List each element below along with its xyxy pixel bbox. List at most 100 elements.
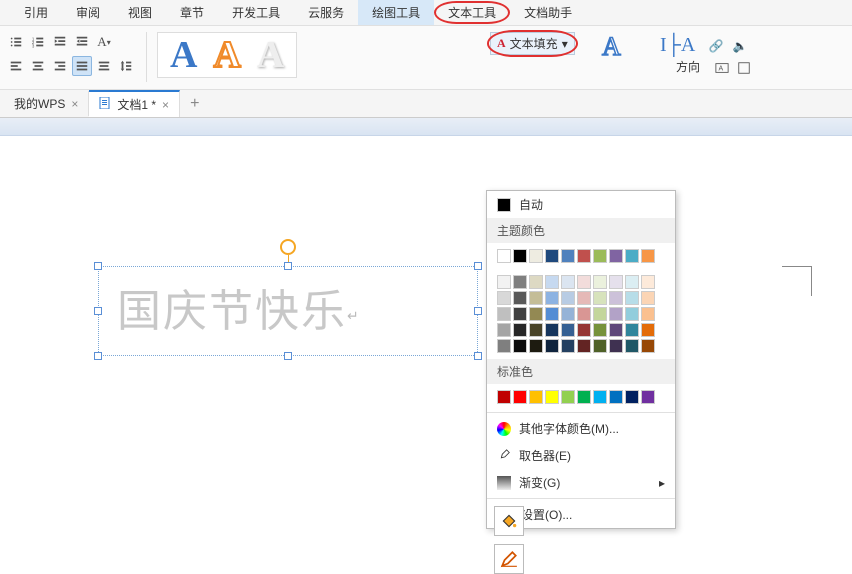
close-icon[interactable]: × — [71, 97, 78, 111]
color-swatch[interactable] — [577, 275, 591, 289]
float-outline-button[interactable] — [494, 544, 524, 574]
color-swatch[interactable] — [497, 339, 511, 353]
color-swatch[interactable] — [625, 249, 639, 263]
color-swatch[interactable] — [577, 323, 591, 337]
color-swatch[interactable] — [497, 307, 511, 321]
indent-dec-icon[interactable] — [50, 32, 70, 52]
eyedropper[interactable]: 取色器(E) — [487, 442, 675, 469]
color-swatch[interactable] — [561, 307, 575, 321]
color-swatch[interactable] — [593, 339, 607, 353]
color-swatch[interactable] — [641, 390, 655, 404]
distribute-icon[interactable] — [94, 56, 114, 76]
resize-handle[interactable] — [474, 352, 482, 360]
float-fill-button[interactable] — [494, 506, 524, 536]
color-swatch[interactable] — [577, 249, 591, 263]
color-swatch[interactable] — [561, 275, 575, 289]
color-swatch[interactable] — [545, 390, 559, 404]
color-swatch[interactable] — [641, 323, 655, 337]
more-colors[interactable]: 其他字体颜色(M)... — [487, 415, 675, 442]
color-swatch[interactable] — [529, 291, 543, 305]
color-swatch[interactable] — [641, 275, 655, 289]
gradient[interactable]: 渐变(G) ▸ — [487, 469, 675, 496]
color-swatch[interactable] — [497, 323, 511, 337]
menu-绘图工具[interactable]: 绘图工具 — [358, 0, 434, 25]
color-swatch[interactable] — [545, 339, 559, 353]
wordart-style-3[interactable]: A — [249, 35, 292, 75]
textbox-icon[interactable]: A — [712, 58, 732, 78]
color-swatch[interactable] — [609, 390, 623, 404]
color-swatch[interactable] — [609, 291, 623, 305]
menu-审阅[interactable]: 审阅 — [62, 0, 114, 25]
color-swatch[interactable] — [625, 307, 639, 321]
color-swatch[interactable] — [561, 291, 575, 305]
wordart-styles[interactable]: A A A — [157, 32, 297, 78]
color-swatch[interactable] — [593, 275, 607, 289]
color-swatch[interactable] — [513, 291, 527, 305]
align-justify-icon[interactable] — [72, 56, 92, 76]
resize-handle[interactable] — [94, 352, 102, 360]
line-spacing-icon[interactable] — [116, 56, 136, 76]
resize-handle[interactable] — [94, 262, 102, 270]
sound-icon[interactable]: 🔈 — [730, 36, 750, 56]
color-swatch[interactable] — [513, 249, 527, 263]
link-icon[interactable]: 🔗 — [706, 36, 726, 56]
color-swatch[interactable] — [641, 291, 655, 305]
color-swatch[interactable] — [529, 339, 543, 353]
color-swatch[interactable] — [577, 307, 591, 321]
menu-章节[interactable]: 章节 — [166, 0, 218, 25]
indent-inc-icon[interactable] — [72, 32, 92, 52]
bullets-icon[interactable] — [6, 32, 26, 52]
color-swatch[interactable] — [609, 275, 623, 289]
color-swatch[interactable] — [529, 275, 543, 289]
resize-handle[interactable] — [474, 262, 482, 270]
wordart-textbox[interactable]: 国庆节快乐↵ — [98, 266, 478, 356]
color-swatch[interactable] — [609, 323, 623, 337]
color-swatch[interactable] — [641, 339, 655, 353]
color-swatch[interactable] — [609, 249, 623, 263]
color-swatch[interactable] — [497, 390, 511, 404]
color-swatch[interactable] — [625, 390, 639, 404]
rotate-handle[interactable] — [280, 239, 296, 255]
doc-tab[interactable]: 我的WPS× — [4, 91, 89, 116]
resize-handle[interactable] — [284, 352, 292, 360]
color-swatch[interactable] — [513, 323, 527, 337]
color-swatch[interactable] — [545, 275, 559, 289]
color-swatch[interactable] — [561, 390, 575, 404]
color-swatch[interactable] — [625, 291, 639, 305]
color-swatch[interactable] — [529, 390, 543, 404]
color-swatch[interactable] — [545, 307, 559, 321]
object-icon[interactable] — [734, 58, 754, 78]
color-swatch[interactable] — [545, 323, 559, 337]
color-swatch[interactable] — [561, 339, 575, 353]
menu-云服务[interactable]: 云服务 — [294, 0, 358, 25]
color-swatch[interactable] — [609, 307, 623, 321]
font-size-icon[interactable]: A▾ — [94, 32, 114, 52]
color-swatch[interactable] — [545, 291, 559, 305]
color-swatch[interactable] — [593, 307, 607, 321]
color-swatch[interactable] — [641, 249, 655, 263]
color-swatch[interactable] — [513, 275, 527, 289]
color-swatch[interactable] — [577, 291, 591, 305]
color-swatch[interactable] — [641, 307, 655, 321]
menu-引用[interactable]: 引用 — [10, 0, 62, 25]
color-swatch[interactable] — [625, 339, 639, 353]
color-swatch[interactable] — [529, 323, 543, 337]
fill-auto[interactable]: 自动 — [487, 191, 675, 218]
color-swatch[interactable] — [529, 307, 543, 321]
align-center-icon[interactable] — [28, 56, 48, 76]
menu-文档助手[interactable]: 文档助手 — [510, 0, 586, 25]
color-swatch[interactable] — [593, 323, 607, 337]
color-swatch[interactable] — [625, 275, 639, 289]
text-direction-icon[interactable]: I├A — [660, 34, 695, 57]
resize-handle[interactable] — [474, 307, 482, 315]
color-swatch[interactable] — [497, 291, 511, 305]
resize-handle[interactable] — [284, 262, 292, 270]
color-swatch[interactable] — [513, 339, 527, 353]
menu-开发工具[interactable]: 开发工具 — [218, 0, 294, 25]
numbering-icon[interactable]: 123 — [28, 32, 48, 52]
color-swatch[interactable] — [513, 390, 527, 404]
wordart-style-2[interactable]: A — [205, 35, 248, 75]
color-swatch[interactable] — [497, 275, 511, 289]
wordart-style-1[interactable]: A — [162, 35, 205, 75]
text-fill-button[interactable]: A 文本填充 ▾ — [490, 32, 575, 55]
